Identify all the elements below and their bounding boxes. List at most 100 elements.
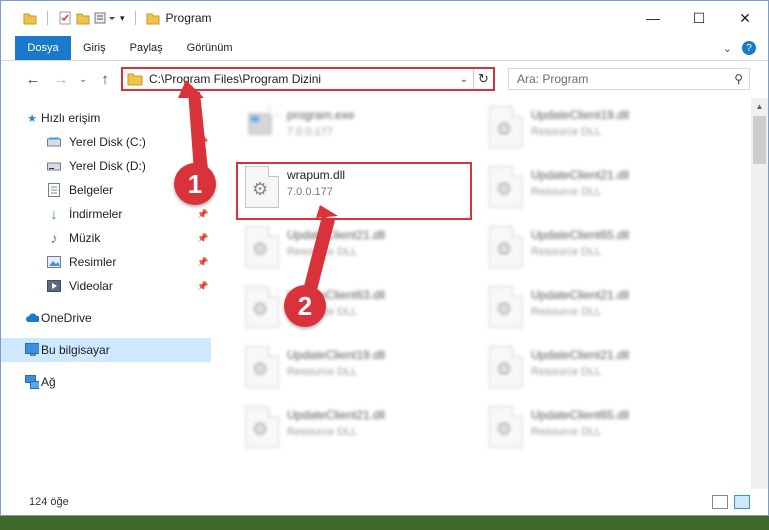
dropdown-icon[interactable]: ▾ [120, 13, 125, 24]
large-icons-view-icon[interactable] [734, 495, 750, 509]
sidebar-item-label: Müzik [69, 231, 101, 245]
address-bar[interactable]: C:\Program Files\Program Dizini ⌄ ↻ [121, 67, 495, 91]
sidebar-item-quick-access[interactable]: ★ Hızlı erişim [1, 106, 211, 130]
help-icon[interactable]: ? [742, 41, 756, 55]
recent-locations-button[interactable]: ⌄ [77, 67, 89, 91]
network-icon [25, 375, 39, 389]
file-description: Resource DLL [287, 366, 358, 378]
step-2-callout: 2 [284, 285, 326, 327]
vertical-scrollbar[interactable]: ▲ [751, 98, 768, 489]
view-buttons [712, 495, 768, 509]
address-path[interactable]: C:\Program Files\Program Dizini [149, 72, 321, 86]
dll-file-icon: ⚙ [245, 286, 279, 328]
sidebar-item-label: Videolar [69, 279, 113, 293]
file-item[interactable]: ⚙ UpdateClient19.dll Resource DLL [483, 102, 713, 154]
back-button[interactable]: ← [21, 67, 45, 91]
scroll-up-icon[interactable]: ▲ [751, 98, 768, 115]
chevron-down-icon[interactable]: ⌄ [455, 74, 473, 85]
sidebar-item-label: İndirmeler [69, 207, 123, 221]
file-name: UpdateClient21.dll [531, 168, 630, 182]
up-button[interactable]: ↑ [93, 67, 117, 91]
window-title: Program [165, 11, 212, 25]
main-body: ★ Hızlı erişim Yerel Disk (C:) 📌 Yerel D… [1, 98, 768, 489]
file-item[interactable]: ⚙ UpdateClient21.dll Resource DLL [483, 162, 713, 214]
file-description: Resource DLL [531, 246, 602, 258]
file-description: Resource DLL [531, 306, 602, 318]
file-description: Resource DLL [287, 426, 358, 438]
pin-icon[interactable]: 📌 [197, 137, 208, 148]
sidebar-item-label: Yerel Disk (D:) [69, 159, 146, 173]
tab-share[interactable]: Paylaş [118, 36, 175, 60]
documents-icon [47, 183, 61, 197]
sidebar-item-label: Hızlı erişim [41, 111, 101, 125]
file-name: UpdateClient65.dll [531, 408, 630, 422]
file-item[interactable]: ⚙ UpdateClient21.dll Resource DLL [239, 222, 469, 274]
sidebar-item-pictures[interactable]: Resimler 📌 [1, 250, 211, 274]
sidebar-item-network[interactable]: Ağ [1, 370, 211, 394]
sidebar-item-downloads[interactable]: ↓ İndirmeler 📌 [1, 202, 211, 226]
file-item[interactable]: ⚙ UpdateClient65.dll Resource DLL [483, 222, 713, 274]
file-name: program.exe [287, 108, 355, 122]
quick-access-toolbar: ▾ [1, 11, 160, 25]
step-1-callout: 1 [174, 163, 216, 205]
customize-toolbar-icon[interactable] [94, 11, 116, 25]
file-name: UpdateClient21.dll [531, 348, 630, 362]
file-item[interactable]: ⚙ UpdateClient19.dll Resource DLL [239, 342, 469, 394]
sidebar-item-videos[interactable]: Videolar 📌 [1, 274, 211, 298]
pin-icon[interactable]: 📌 [197, 233, 208, 244]
file-item[interactable]: ⚙ UpdateClient21.dll Resource DLL [483, 282, 713, 334]
expand-ribbon-icon[interactable]: ⌄ [723, 42, 732, 55]
dll-file-icon: ⚙ [245, 346, 279, 388]
close-button[interactable]: ✕ [722, 1, 768, 35]
title-bar: ▾ Program — ☐ ✕ [1, 1, 768, 35]
scroll-thumb[interactable] [753, 116, 766, 164]
window-controls: — ☐ ✕ [630, 1, 768, 35]
file-item[interactable]: ⚙ UpdateClient65.dll Resource DLL [483, 402, 713, 454]
file-name: UpdateClient19.dll [287, 348, 386, 362]
pin-icon[interactable]: 📌 [197, 281, 208, 292]
dll-file-icon: ⚙ [489, 406, 523, 448]
new-folder-icon[interactable] [76, 11, 90, 25]
sidebar-item-label: Yerel Disk (C:) [69, 135, 146, 149]
details-view-icon[interactable] [712, 495, 728, 509]
dll-file-icon: ⚙ [489, 166, 523, 208]
file-version: 7.0.0.177 [287, 126, 333, 138]
properties-icon[interactable] [58, 11, 72, 25]
tab-home[interactable]: Giriş [71, 36, 118, 60]
divider [134, 11, 136, 25]
file-name: UpdateClient21.dll [287, 228, 386, 242]
divider [47, 11, 48, 25]
sidebar-item-music[interactable]: ♪ Müzik 📌 [1, 226, 211, 250]
file-name: UpdateClient65.dll [531, 228, 630, 242]
minimize-button[interactable]: — [630, 1, 676, 35]
sidebar-item-onedrive[interactable]: OneDrive [1, 306, 211, 330]
pin-icon[interactable]: 📌 [197, 209, 208, 220]
sidebar-item-label: Ağ [41, 375, 56, 389]
search-input[interactable]: Ara: Program ⚲ [508, 68, 750, 90]
dll-file-icon: ⚙ [245, 226, 279, 268]
file-description: Resource DLL [287, 246, 358, 258]
videos-icon [47, 279, 61, 293]
refresh-button[interactable]: ↻ [473, 69, 493, 89]
sidebar-item-local-disk-c[interactable]: Yerel Disk (C:) 📌 [1, 130, 211, 154]
file-item[interactable]: program.exe 7.0.0.177 [239, 102, 469, 154]
file-name: UpdateClient21.dll [531, 288, 630, 302]
file-description: Resource DLL [531, 426, 602, 438]
file-item[interactable]: ⚙ UpdateClient21.dll Resource DLL [483, 342, 713, 394]
search-icon[interactable]: ⚲ [734, 72, 743, 86]
file-name: UpdateClient19.dll [531, 108, 630, 122]
tab-view[interactable]: Görünüm [175, 36, 245, 60]
ribbon-tabs: Dosya Giriş Paylaş Görünüm ⌄ ? [1, 35, 768, 61]
sidebar-item-this-pc[interactable]: Bu bilgisayar [1, 338, 211, 362]
drive-icon [47, 135, 61, 149]
maximize-button[interactable]: ☐ [676, 1, 722, 35]
pictures-icon [47, 255, 61, 269]
file-item[interactable]: ⚙ UpdateClient63.dllResource DLL [239, 282, 469, 334]
tab-file[interactable]: Dosya [15, 36, 71, 60]
folder-icon [127, 73, 143, 86]
pin-icon[interactable]: 📌 [197, 257, 208, 268]
item-count: 124 öğe [29, 496, 69, 508]
file-item[interactable]: ⚙ UpdateClient21.dll Resource DLL [239, 402, 469, 454]
music-icon: ♪ [50, 230, 58, 246]
forward-button[interactable]: → [49, 67, 73, 91]
